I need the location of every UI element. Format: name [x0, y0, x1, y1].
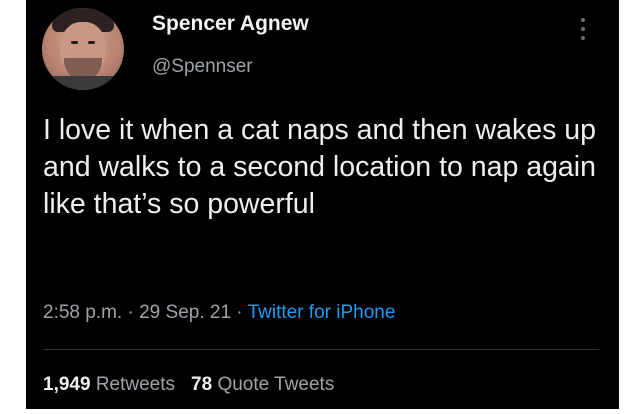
meta-separator: ·: [231, 302, 248, 323]
retweets-stat[interactable]: 1,949 Retweets: [43, 374, 175, 395]
avatar[interactable]: [42, 8, 124, 90]
tweet-meta: 2:58 p.m. · 29 Sep. 21 · Twitter for iPh…: [43, 302, 395, 324]
avatar-shirt: [42, 76, 124, 90]
author-display-name[interactable]: Spencer Agnew: [152, 12, 309, 36]
tweet-date[interactable]: 29 Sep. 21: [139, 302, 231, 323]
tweet-time[interactable]: 2:58 p.m.: [43, 302, 122, 323]
avatar-eye-right: [88, 41, 95, 44]
tweet-text: I love it when a cat naps and then wakes…: [43, 114, 596, 220]
quote-tweets-label: Quote Tweets: [217, 374, 335, 395]
tweet-source-link[interactable]: Twitter for iPhone: [248, 302, 396, 323]
divider: [43, 349, 599, 350]
avatar-eye-left: [71, 41, 78, 44]
tweet-card: Spencer Agnew @Spennser I love it when a…: [26, 0, 619, 409]
retweets-count: 1,949: [43, 374, 91, 395]
more-vertical-icon[interactable]: [578, 18, 588, 44]
author-handle[interactable]: @Spennser: [152, 56, 253, 78]
retweets-label: Retweets: [95, 374, 176, 395]
quote-tweets-stat[interactable]: 78 Quote Tweets: [191, 374, 334, 395]
tweet-stats: 1,949 Retweets 78 Quote Tweets: [43, 374, 334, 396]
quote-tweets-count: 78: [191, 374, 213, 395]
meta-separator: ·: [122, 302, 140, 323]
